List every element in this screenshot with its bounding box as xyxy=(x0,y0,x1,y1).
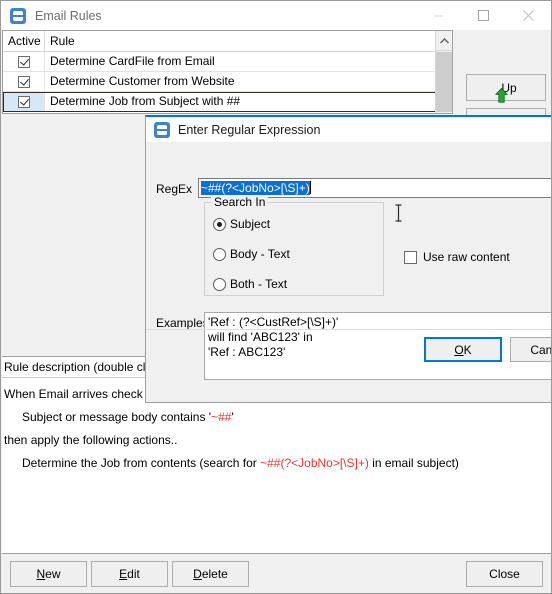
active-checkbox[interactable] xyxy=(17,75,30,88)
row-active-cell[interactable] xyxy=(3,52,45,71)
close-icon[interactable] xyxy=(506,1,551,30)
description-line-actions: then apply the following actions.. xyxy=(4,433,178,447)
column-header-active[interactable]: Active xyxy=(3,31,45,51)
dialog-title: Enter Regular Expression xyxy=(178,122,321,137)
radio-body-text-icon[interactable] xyxy=(213,247,226,261)
row-active-cell[interactable] xyxy=(3,92,45,111)
new-button-label: ew xyxy=(45,567,61,581)
chevron-up-icon[interactable] xyxy=(436,31,452,51)
use-raw-content-checkbox[interactable]: Use raw content xyxy=(404,250,510,264)
search-in-legend: Search In xyxy=(211,195,269,209)
maximize-icon[interactable] xyxy=(461,1,506,30)
condition-regex: ~## xyxy=(211,410,232,424)
radio-subject-icon[interactable] xyxy=(213,217,226,231)
table-row[interactable]: Determine Customer from Website xyxy=(3,72,452,92)
minimize-icon[interactable] xyxy=(416,1,461,30)
edit-button-label: dit xyxy=(127,567,140,581)
dialog-titlebar: Enter Regular Expression xyxy=(146,117,551,142)
regex-input-value: ~##(?<JobNo>[\S]+) xyxy=(201,181,310,195)
ok-button-accel: O xyxy=(454,342,464,357)
rules-grid[interactable]: Active Rule Determine CardFile from Emai… xyxy=(2,30,453,114)
edit-button[interactable]: Edit xyxy=(91,561,168,587)
email-rules-icon xyxy=(10,7,26,24)
ok-button-label: K xyxy=(463,342,472,357)
radio-both-text-icon[interactable] xyxy=(213,277,226,291)
cancel-button[interactable]: Cancel xyxy=(510,337,552,362)
search-in-groupbox: Search In Subject Body - Text Both - Tex… xyxy=(204,195,384,296)
email-rules-window: Email Rules Active Rule Determine CardFi… xyxy=(0,0,552,594)
scrollbar-thumb[interactable] xyxy=(436,52,452,112)
use-raw-content-label: Use raw content xyxy=(423,250,510,264)
condition-suffix: ' xyxy=(231,410,234,424)
ok-button[interactable]: OK xyxy=(424,337,502,362)
regex-dialog: Enter Regular Expression RegEx ~##(?<Job… xyxy=(145,115,552,403)
regex-label: RegEx xyxy=(156,182,193,196)
radio-subject[interactable]: Subject xyxy=(213,217,270,231)
action-regex: ~##(?<JobNo>[\S]+) xyxy=(260,456,369,470)
row-rule-cell[interactable]: Determine Job from Subject with ## xyxy=(45,92,431,111)
row-rule-cell[interactable]: Determine Customer from Website xyxy=(45,72,431,91)
radio-body-text-label: Body - Text xyxy=(230,247,290,261)
use-raw-content-box-icon[interactable] xyxy=(404,250,417,264)
window-footer: New Edit Delete Close xyxy=(2,553,551,592)
grid-vertical-scrollbar[interactable] xyxy=(435,31,452,113)
table-row[interactable]: Determine CardFile from Email xyxy=(3,52,452,72)
new-button[interactable]: New xyxy=(10,561,87,587)
row-rule-cell[interactable]: Determine CardFile from Email xyxy=(45,52,431,71)
window-titlebar: Email Rules xyxy=(1,1,551,30)
active-checkbox[interactable] xyxy=(17,55,30,68)
move-up-button[interactable]: Up xyxy=(466,74,546,103)
edit-button-accel: E xyxy=(119,567,128,581)
dialog-body: RegEx ~##(?<JobNo>[\S]+) Search In Subje… xyxy=(146,142,552,380)
table-row[interactable]: Determine Job from Subject with ## xyxy=(3,92,452,112)
action-prefix: Determine the Job from contents (search … xyxy=(22,456,261,470)
radio-body-text[interactable]: Body - Text xyxy=(213,247,290,261)
description-line-action-1: Determine the Job from contents (search … xyxy=(4,452,551,475)
close-button[interactable]: Close xyxy=(466,561,543,587)
action-suffix: in email subject) xyxy=(368,456,459,470)
active-checkbox[interactable] xyxy=(17,95,30,108)
new-button-accel: N xyxy=(36,567,46,581)
close-button-label: Close xyxy=(489,567,520,581)
radio-both-text[interactable]: Both - Text xyxy=(213,277,287,291)
column-header-rule[interactable]: Rule xyxy=(45,31,431,51)
condition-prefix: Subject or message body contains ' xyxy=(22,410,212,424)
delete-button-accel: D xyxy=(193,567,202,581)
text-cursor-icon xyxy=(394,204,403,222)
text-caret xyxy=(309,181,311,194)
radio-subject-label: Subject xyxy=(230,217,271,231)
radio-both-text-label: Both - Text xyxy=(230,277,288,291)
window-controls xyxy=(416,1,551,30)
description-line-condition: Subject or message body contains '~##' xyxy=(4,406,551,429)
window-title: Email Rules xyxy=(35,8,102,23)
dialog-footer: OK Cancel xyxy=(146,329,552,367)
row-active-cell[interactable] xyxy=(3,72,45,91)
cancel-button-label: Cancel xyxy=(530,342,552,357)
delete-button-label: elete xyxy=(201,567,228,581)
delete-button[interactable]: Delete xyxy=(172,561,249,587)
email-rules-icon xyxy=(154,121,170,138)
grid-header: Active Rule xyxy=(3,31,452,52)
examples-label: Examples xyxy=(156,316,209,330)
